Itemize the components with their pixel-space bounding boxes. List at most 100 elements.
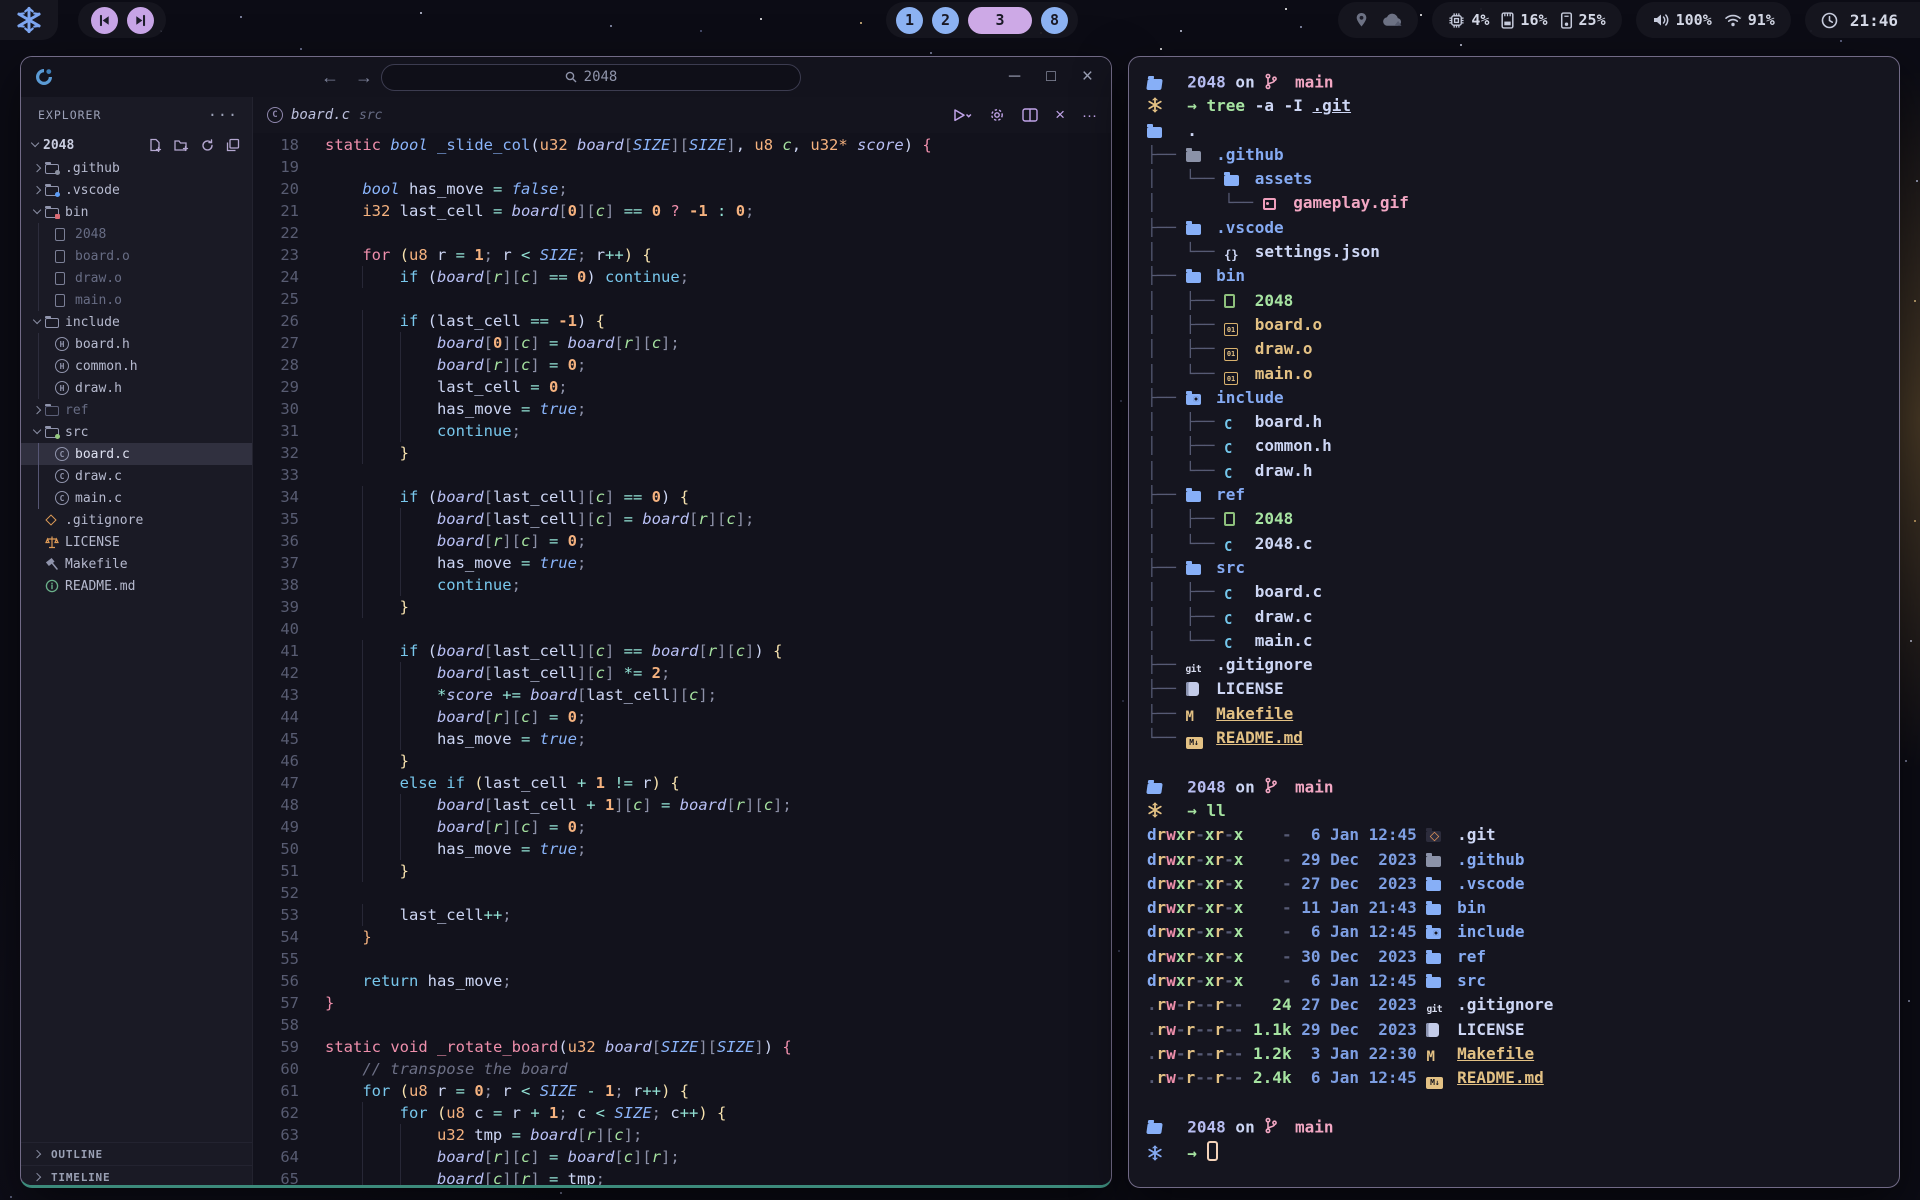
run-code-icon[interactable]: [953, 108, 972, 123]
editor-titlebar[interactable]: ← → 2048 ─ □ ×: [21, 57, 1111, 97]
tree-item-main.c[interactable]: Cmain.c: [21, 487, 252, 509]
tree-item-.vscode[interactable]: .vscode: [21, 179, 252, 201]
workspace-button-1[interactable]: 1: [896, 7, 923, 34]
more-actions-icon[interactable]: ···: [1082, 107, 1097, 124]
code-line[interactable]: 51}: [253, 860, 1111, 882]
tree-item-include[interactable]: include: [21, 311, 252, 333]
tree-item-board.h[interactable]: Hboard.h: [21, 333, 252, 355]
tree-item-.github[interactable]: .github: [21, 157, 252, 179]
code-line[interactable]: 58: [253, 1014, 1111, 1036]
split-editor-icon[interactable]: [1022, 108, 1038, 122]
code-line[interactable]: 52: [253, 882, 1111, 904]
tree-item-main.o[interactable]: main.o: [21, 289, 252, 311]
tree-item-draw.c[interactable]: Cdraw.c: [21, 465, 252, 487]
tree-item-Makefile[interactable]: Makefile: [21, 553, 252, 575]
command-center-search[interactable]: 2048: [381, 64, 801, 91]
code-line[interactable]: 64board[r][c] = board[c][r];: [253, 1146, 1111, 1168]
code-line[interactable]: 20bool has_move = false;: [253, 178, 1111, 200]
close-editor-icon[interactable]: ×: [1055, 105, 1065, 125]
code-line[interactable]: 62for (u8 c = r + 1; c < SIZE; c++) {: [253, 1102, 1111, 1124]
nixos-logo-chip[interactable]: [0, 0, 58, 40]
code-line[interactable]: 33: [253, 464, 1111, 486]
code-line[interactable]: 27board[0][c] = board[r][c];: [253, 332, 1111, 354]
maximize-button[interactable]: □: [1046, 68, 1056, 86]
code-editor[interactable]: 18static bool _slide_col(u32 board[SIZE]…: [253, 133, 1111, 1188]
code-line[interactable]: 34if (board[last_cell][c] == 0) {: [253, 486, 1111, 508]
active-tab-filename[interactable]: board.c: [291, 107, 350, 123]
tree-item-board.o[interactable]: board.o: [21, 245, 252, 267]
timeline-section[interactable]: TIMELINE: [21, 1165, 252, 1188]
workspace-button-2[interactable]: 2: [932, 7, 959, 34]
terminal-window[interactable]: 2048 on main → tree -a -I .git .├── .git…: [1128, 56, 1900, 1188]
code-line[interactable]: 45has_move = true;: [253, 728, 1111, 750]
tree-item-ref[interactable]: ref: [21, 399, 252, 421]
code-line[interactable]: 35board[last_cell][c] = board[r][c];: [253, 508, 1111, 530]
code-line[interactable]: 41if (board[last_cell][c] == board[r][c]…: [253, 640, 1111, 662]
refresh-icon[interactable]: [201, 138, 214, 152]
tree-item-LICENSE[interactable]: LICENSE: [21, 531, 252, 553]
settings-gear-icon[interactable]: [989, 107, 1005, 123]
tree-item-2048[interactable]: 2048: [21, 223, 252, 245]
code-line[interactable]: 48board[last_cell + 1][c] = board[r][c];: [253, 794, 1111, 816]
code-line[interactable]: 60// transpose the board: [253, 1058, 1111, 1080]
nav-forward-arrow[interactable]: →: [355, 67, 373, 88]
workspace-switcher: 1238: [886, 2, 1078, 38]
code-line[interactable]: 19: [253, 156, 1111, 178]
code-line[interactable]: 24if (board[r][c] == 0) continue;: [253, 266, 1111, 288]
new-folder-icon[interactable]: [174, 138, 189, 152]
code-line[interactable]: 44board[r][c] = 0;: [253, 706, 1111, 728]
nav-back-arrow[interactable]: ←: [321, 67, 339, 88]
code-line[interactable]: 49board[r][c] = 0;: [253, 816, 1111, 838]
skip-next-button[interactable]: [127, 7, 154, 34]
code-line[interactable]: 53last_cell++;: [253, 904, 1111, 926]
code-line[interactable]: 31continue;: [253, 420, 1111, 442]
skip-previous-button[interactable]: [91, 7, 118, 34]
code-line[interactable]: 23for (u8 r = 1; r < SIZE; r++) {: [253, 244, 1111, 266]
code-line[interactable]: 21i32 last_cell = board[0][c] == 0 ? -1 …: [253, 200, 1111, 222]
code-line[interactable]: 32}: [253, 442, 1111, 464]
code-line[interactable]: 22: [253, 222, 1111, 244]
outline-section[interactable]: OUTLINE: [21, 1142, 252, 1165]
tree-item-board.c[interactable]: Cboard.c: [21, 443, 252, 465]
code-line[interactable]: 26if (last_cell == -1) {: [253, 310, 1111, 332]
explorer-more-icon[interactable]: ···: [208, 106, 238, 124]
new-file-icon[interactable]: [148, 138, 162, 152]
minimize-button[interactable]: ─: [1009, 68, 1020, 86]
code-line[interactable]: 36board[r][c] = 0;: [253, 530, 1111, 552]
tree-item-draw.o[interactable]: draw.o: [21, 267, 252, 289]
code-line[interactable]: 56return has_move;: [253, 970, 1111, 992]
tree-item-src[interactable]: src: [21, 421, 252, 443]
code-line[interactable]: 47else if (last_cell + 1 != r) {: [253, 772, 1111, 794]
tree-item-README.md[interactable]: README.md: [21, 575, 252, 597]
code-line[interactable]: 28board[r][c] = 0;: [253, 354, 1111, 376]
code-line[interactable]: 63u32 tmp = board[r][c];: [253, 1124, 1111, 1146]
code-line[interactable]: 61for (u8 r = 0; r < SIZE - 1; r++) {: [253, 1080, 1111, 1102]
code-line[interactable]: 46}: [253, 750, 1111, 772]
code-line[interactable]: 54}: [253, 926, 1111, 948]
workspace-button-8[interactable]: 8: [1041, 7, 1068, 34]
collapse-all-icon[interactable]: [226, 138, 240, 152]
code-line[interactable]: 59static void _rotate_board(u32 board[SI…: [253, 1036, 1111, 1058]
code-line[interactable]: 38continue;: [253, 574, 1111, 596]
code-line[interactable]: 25: [253, 288, 1111, 310]
code-line[interactable]: 43*score += board[last_cell][c];: [253, 684, 1111, 706]
code-line[interactable]: 30has_move = true;: [253, 398, 1111, 420]
tree-root-2048[interactable]: 2048: [21, 133, 252, 157]
code-line[interactable]: 29last_cell = 0;: [253, 376, 1111, 398]
close-button[interactable]: ×: [1082, 66, 1093, 88]
tree-item-bin[interactable]: bin: [21, 201, 252, 223]
code-line[interactable]: 37has_move = true;: [253, 552, 1111, 574]
code-line[interactable]: 39}: [253, 596, 1111, 618]
tree-item-.gitignore[interactable]: .gitignore: [21, 509, 252, 531]
code-line[interactable]: 18static bool _slide_col(u32 board[SIZE]…: [253, 134, 1111, 156]
tree-item-common.h[interactable]: Hcommon.h: [21, 355, 252, 377]
line-content: if (last_cell == -1) {: [299, 310, 605, 332]
code-line[interactable]: 57}: [253, 992, 1111, 1014]
workspace-button-3[interactable]: 3: [968, 7, 1032, 34]
code-line[interactable]: 40: [253, 618, 1111, 640]
code-line[interactable]: 55: [253, 948, 1111, 970]
code-line[interactable]: 42board[last_cell][c] *= 2;: [253, 662, 1111, 684]
code-line[interactable]: 65board[c][r] = tmp;: [253, 1168, 1111, 1188]
code-line[interactable]: 50has_move = true;: [253, 838, 1111, 860]
tree-item-draw.h[interactable]: Hdraw.h: [21, 377, 252, 399]
